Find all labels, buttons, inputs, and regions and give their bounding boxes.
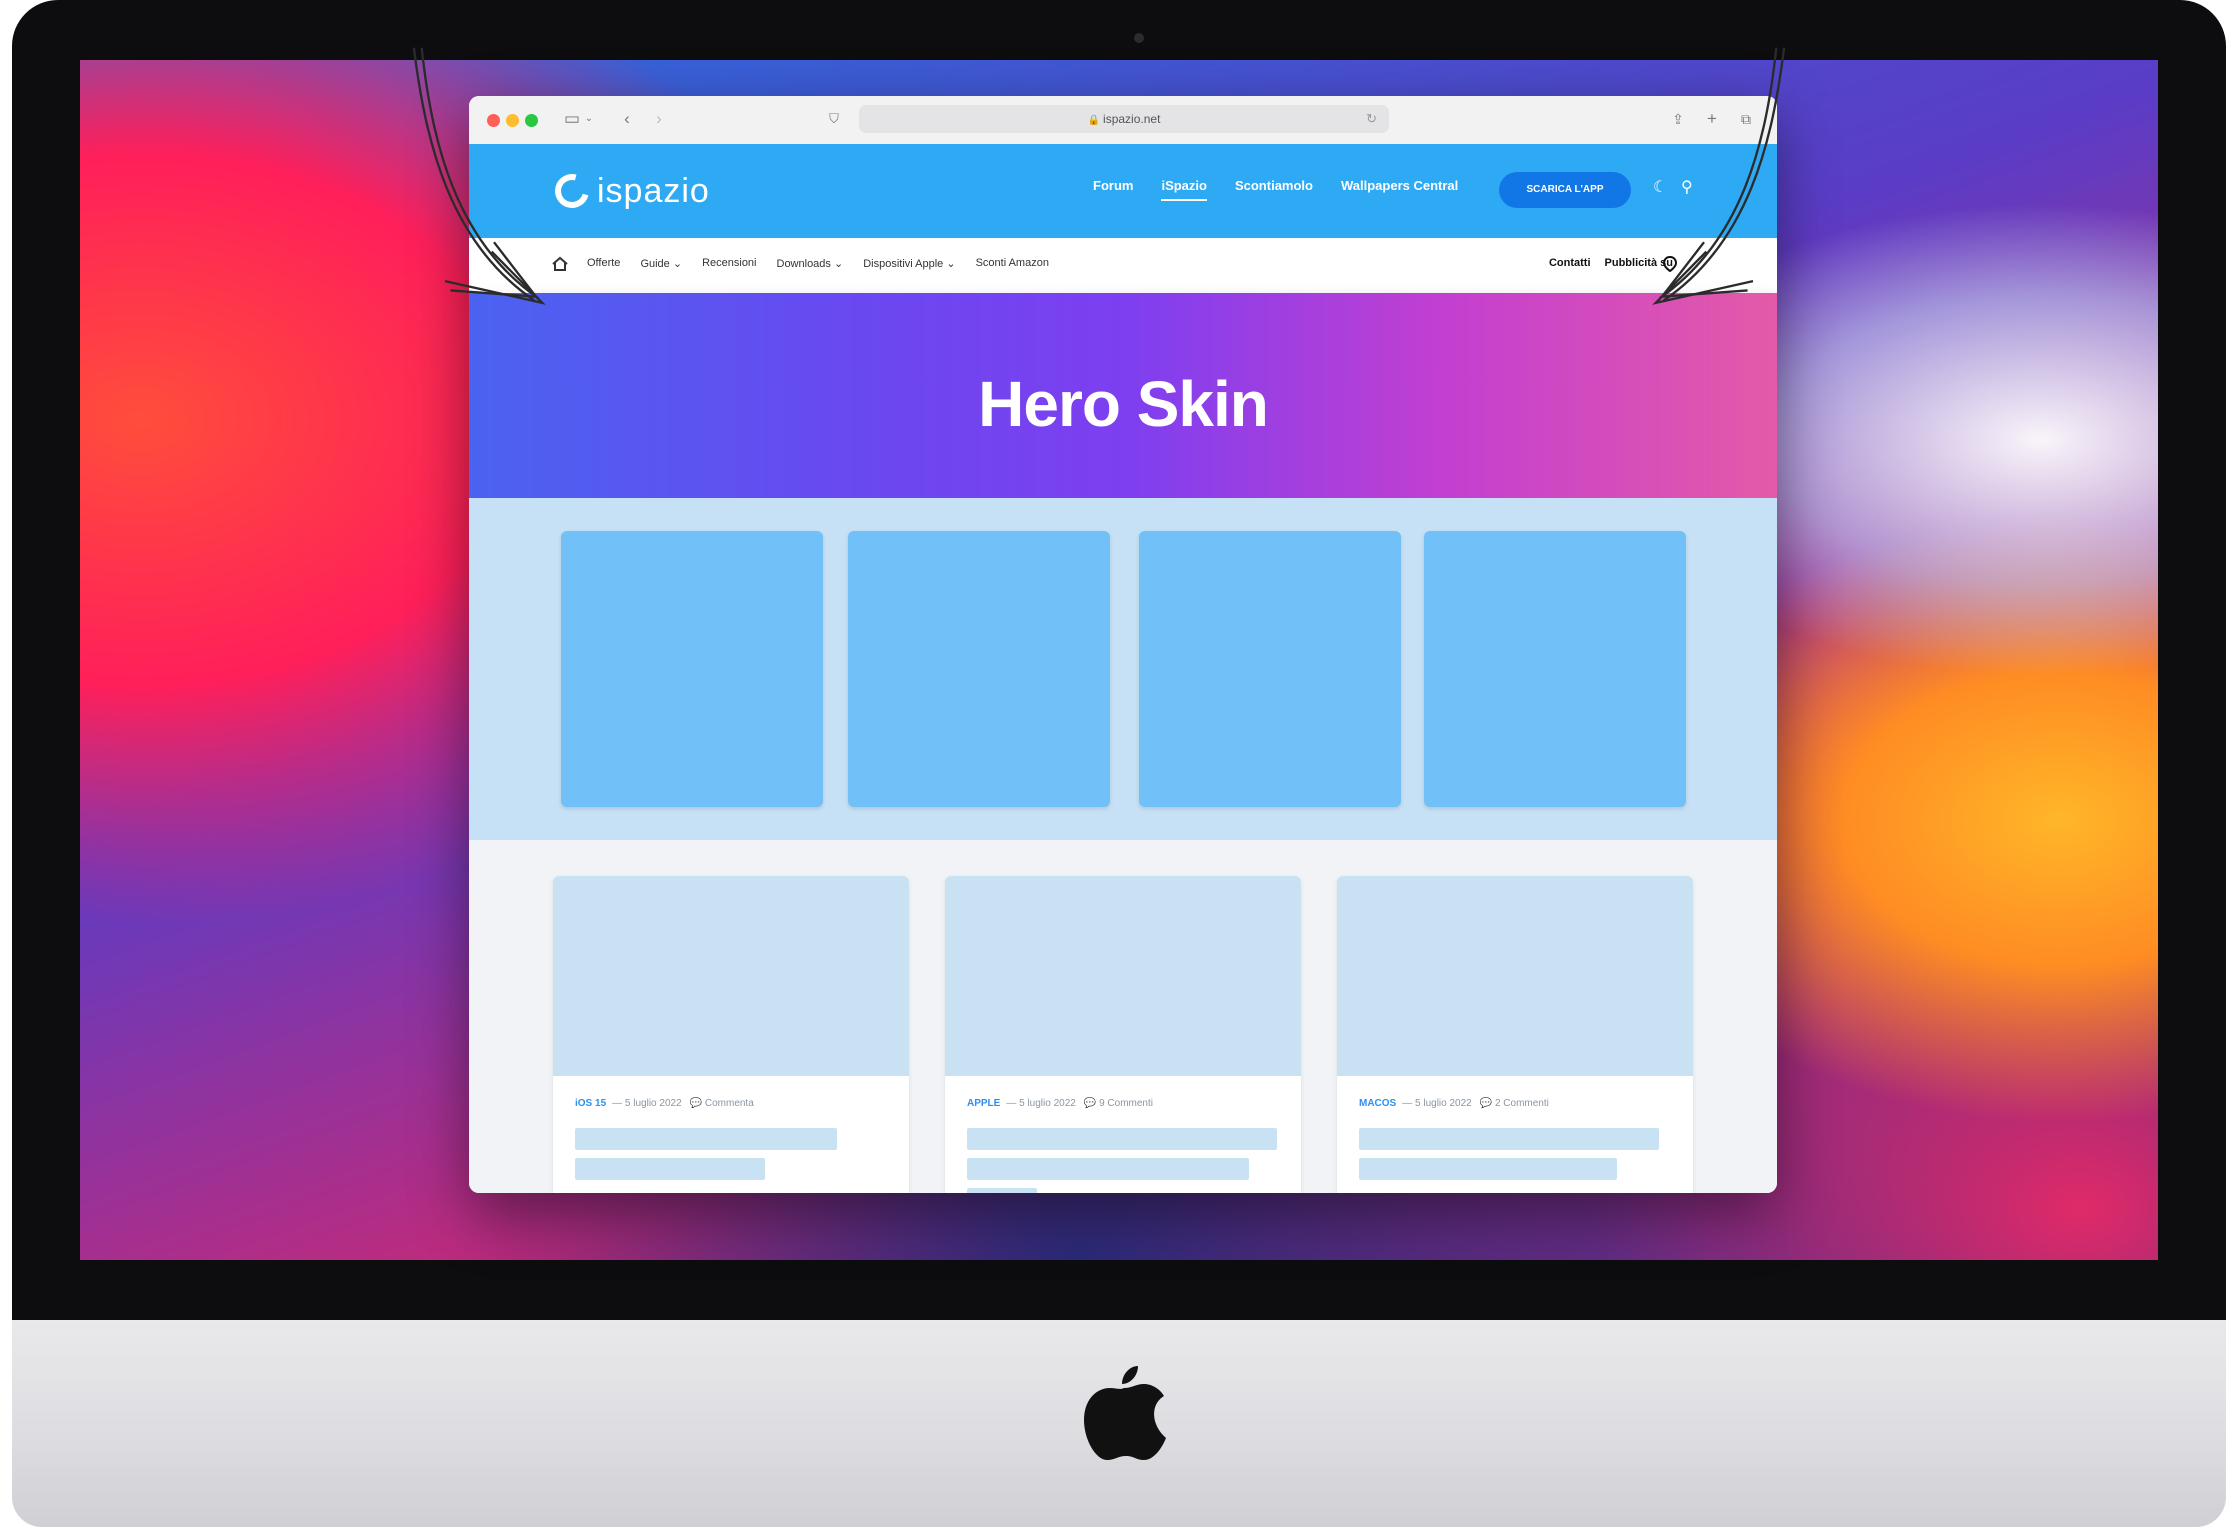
chevron-down-icon[interactable]: ⌄ xyxy=(583,106,595,132)
camera-icon xyxy=(1134,33,1144,43)
title-placeholder xyxy=(575,1158,765,1180)
address-bar[interactable]: 🔒 ispazio.net ↻ xyxy=(859,105,1389,133)
logo-mark-icon xyxy=(548,167,596,215)
article-date: — 5 luglio 2022 xyxy=(1006,1098,1076,1109)
subnav-item-downloads[interactable]: Downloads ⌄ xyxy=(777,257,844,270)
article-comments[interactable]: 💬 9 Commenti xyxy=(1084,1098,1153,1109)
nav-item-ispazio[interactable]: iSpazio xyxy=(1161,178,1207,201)
imac-frame: ▭ ⌄ ‹ › ⛉ 🔒 ispazio.net ↻ ⇪ + ⧉ ispazio F… xyxy=(0,0,2238,1527)
right-arrow-annotation xyxy=(1652,47,1786,305)
article-meta: iOS 15 — 5 luglio 2022 💬 Commenta xyxy=(575,1098,754,1109)
browser-window: ▭ ⌄ ‹ › ⛉ 🔒 ispazio.net ↻ ⇪ + ⧉ ispazio F… xyxy=(469,96,1777,1193)
nav-item-scontiamolo[interactable]: Scontiamolo xyxy=(1235,178,1313,201)
sub-nav: Offerte Guide ⌄ Recensioni Downloads ⌄ D… xyxy=(469,238,1777,294)
article-image[interactable] xyxy=(553,876,909,1076)
article-date: — 5 luglio 2022 xyxy=(1402,1098,1472,1109)
shield-icon[interactable]: ⛉ xyxy=(825,106,843,132)
hero-banner: Hero Skin xyxy=(469,293,1777,498)
site-header: ispazio Forum iSpazio Scontiamolo Wallpa… xyxy=(469,144,1777,238)
article-date: — 5 luglio 2022 xyxy=(612,1098,682,1109)
title-placeholder xyxy=(1359,1158,1617,1180)
article-list: iOS 15 — 5 luglio 2022 💬 Commenta APPLE — 5… xyxy=(469,840,1777,1193)
logo-text: ispazio xyxy=(597,171,710,210)
apple-logo-icon xyxy=(1084,1366,1166,1460)
featured-tile[interactable] xyxy=(848,531,1110,807)
lock-icon: 🔒 xyxy=(1087,115,1101,126)
article-category[interactable]: iOS 15 xyxy=(575,1098,606,1109)
reload-icon[interactable]: ↻ xyxy=(1366,105,1377,133)
browser-titlebar: ▭ ⌄ ‹ › ⛉ 🔒 ispazio.net ↻ ⇪ + ⧉ xyxy=(469,96,1777,145)
featured-tile[interactable] xyxy=(1139,531,1401,807)
home-icon[interactable] xyxy=(551,255,569,273)
article-category[interactable]: APPLE xyxy=(967,1098,1000,1109)
title-placeholder xyxy=(967,1158,1249,1180)
site-logo[interactable]: ispazio xyxy=(548,166,710,216)
title-placeholder xyxy=(575,1128,837,1150)
sidebar-icon[interactable]: ▭ xyxy=(561,106,583,132)
article-category[interactable]: MACOS xyxy=(1359,1098,1396,1109)
download-app-button[interactable]: SCARICA L'APP xyxy=(1499,172,1631,208)
article-image[interactable] xyxy=(945,876,1301,1076)
address-url: ispazio.net xyxy=(1103,112,1161,126)
subnav-item-recensioni[interactable]: Recensioni xyxy=(702,257,756,270)
article-meta: MACOS — 5 luglio 2022 💬 2 Commenti xyxy=(1359,1098,1549,1109)
article-comments[interactable]: 💬 2 Commenti xyxy=(1480,1098,1549,1109)
title-placeholder xyxy=(967,1128,1277,1150)
hero-title: Hero Skin xyxy=(978,368,1269,440)
nav-item-wallpapers[interactable]: Wallpapers Central xyxy=(1341,178,1458,201)
main-nav: Forum iSpazio Scontiamolo Wallpapers Cen… xyxy=(1093,178,1458,201)
article-card[interactable]: iOS 15 — 5 luglio 2022 💬 Commenta xyxy=(553,876,909,1193)
article-card[interactable]: MACOS — 5 luglio 2022 💬 2 Commenti xyxy=(1337,876,1693,1193)
back-icon[interactable]: ‹ xyxy=(619,106,635,132)
article-meta: APPLE — 5 luglio 2022 💬 9 Commenti xyxy=(967,1098,1153,1109)
featured-tile[interactable] xyxy=(1424,531,1686,807)
sub-nav-left: Offerte Guide ⌄ Recensioni Downloads ⌄ D… xyxy=(587,257,1049,270)
featured-band xyxy=(469,498,1777,840)
title-placeholder xyxy=(967,1188,1037,1193)
subnav-item-offerte[interactable]: Offerte xyxy=(587,257,620,270)
subnav-item-sconti[interactable]: Sconti Amazon xyxy=(976,257,1049,270)
imac-chin xyxy=(12,1320,2226,1527)
subnav-item-dispositivi[interactable]: Dispositivi Apple ⌄ xyxy=(863,257,955,270)
featured-tile[interactable] xyxy=(561,531,823,807)
subnav-item-contatti[interactable]: Contatti xyxy=(1549,257,1591,269)
article-comments[interactable]: 💬 Commenta xyxy=(690,1098,754,1109)
left-arrow-annotation xyxy=(412,47,546,305)
title-placeholder xyxy=(1359,1128,1659,1150)
article-image[interactable] xyxy=(1337,876,1693,1076)
article-card[interactable]: APPLE — 5 luglio 2022 💬 9 Commenti xyxy=(945,876,1301,1193)
forward-icon[interactable]: › xyxy=(651,106,667,132)
subnav-item-guide[interactable]: Guide ⌄ xyxy=(640,257,682,270)
nav-item-forum[interactable]: Forum xyxy=(1093,178,1133,201)
